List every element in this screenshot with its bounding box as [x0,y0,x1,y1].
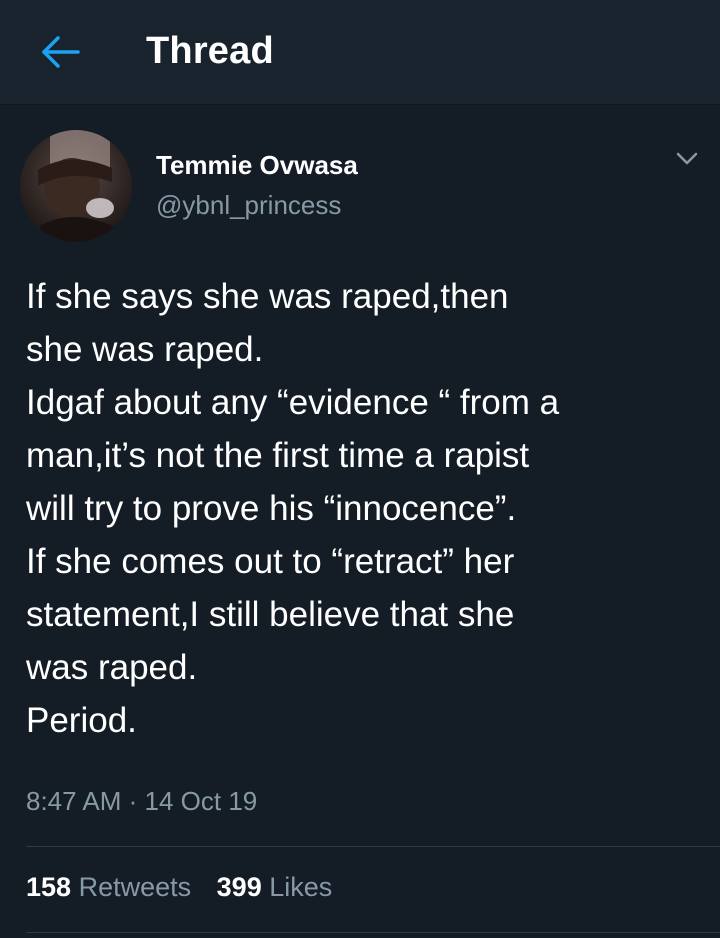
tweet-text: If she says she was raped,then she was r… [26,270,706,747]
thread-screen: Thread Temmie Ovwasa @ybnl_princess If s… [0,0,720,938]
tweet-menu-button[interactable] [672,148,702,170]
author-handle[interactable]: @ybnl_princess [156,190,341,221]
chevron-down-icon [676,152,698,165]
back-button[interactable] [36,32,84,72]
retweets-count: 158 [26,872,72,902]
tweet-text-line: was raped. [26,648,198,687]
retweets-label: Retweets [78,872,192,902]
likes-stat[interactable]: 399 Likes [217,872,333,903]
arrow-left-icon [42,36,80,68]
tweet-text-line: Period. [26,701,137,740]
profile-photo [20,130,132,242]
divider [26,932,720,933]
tweet-text-line: man,it’s not the first time a rapist [26,436,530,475]
top-app-bar: Thread [0,0,720,105]
tweet-stats: 158 Retweets 399 Likes [26,872,350,903]
tweet-text-line: she was raped. [26,330,264,369]
tweet-text-line: Idgaf about any “evidence “ from a [26,383,560,422]
tweet-text-line: If she comes out to “retract” her [26,542,515,581]
author-name[interactable]: Temmie Ovwasa [156,150,358,181]
tweet-text-line: statement,I still believe that she [26,595,515,634]
tweet-text-line: If she says she was raped,then [26,277,509,316]
divider [26,846,720,847]
tweet-text-line: will try to prove his “innocence”. [26,489,517,528]
likes-label: Likes [269,872,333,902]
retweets-stat[interactable]: 158 Retweets [26,872,191,903]
tweet-timestamp[interactable]: 8:47 AM · 14 Oct 19 [26,786,257,817]
page-title: Thread [146,30,274,72]
avatar[interactable] [20,130,132,242]
likes-count: 399 [216,872,262,902]
